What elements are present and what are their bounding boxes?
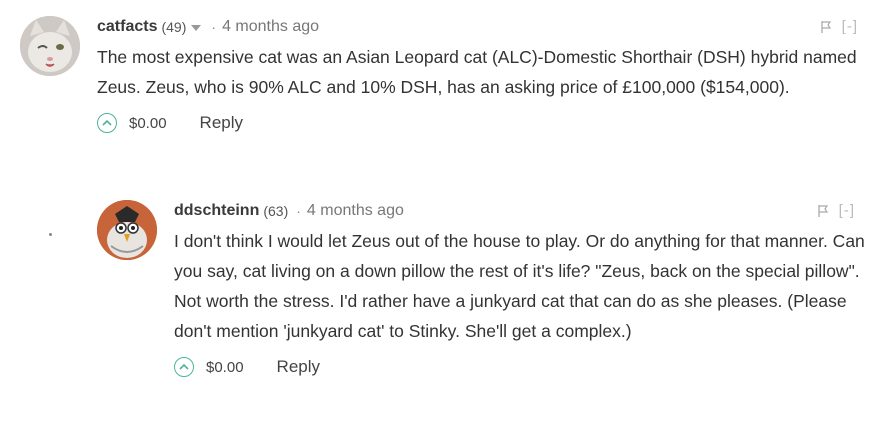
reply-button[interactable]: Reply (277, 357, 320, 377)
avatar[interactable] (97, 200, 157, 260)
collapse-toggle[interactable]: [-] (839, 202, 855, 219)
comment-meta: catfacts (49) · 4 months ago (97, 14, 870, 40)
cat-avatar-image (20, 16, 80, 76)
reputation: (63) (263, 203, 289, 219)
comment-body: catfacts (49) · 4 months ago [-] The mos… (97, 14, 870, 138)
comment-actions: $0.00 Reply (174, 352, 867, 382)
decorative-dot (49, 233, 52, 236)
bird-avatar-image (97, 200, 157, 260)
avatar[interactable] (20, 16, 80, 76)
flag-icon[interactable] (817, 204, 829, 218)
comment-text: I don't think I would let Zeus out of th… (174, 231, 865, 341)
payout-amount: $0.00 (129, 114, 167, 132)
comment-body: ddschteinn (63) · 4 months ago [-] I don… (174, 198, 867, 382)
collapse-toggle[interactable]: [-] (842, 18, 858, 35)
comment-text: The most expensive cat was an Asian Leop… (97, 47, 857, 97)
reputation: (49) (161, 19, 187, 35)
comment-tools: [-] (817, 202, 855, 219)
upvote-icon[interactable] (174, 357, 194, 377)
payout-amount: $0.00 (206, 358, 244, 376)
timestamp[interactable]: 4 months ago (307, 198, 404, 224)
comment-meta: ddschteinn (63) · 4 months ago (174, 198, 867, 224)
separator: · (211, 19, 217, 35)
comment-tools: [-] (820, 18, 858, 35)
username[interactable]: ddschteinn (174, 198, 259, 224)
flag-icon[interactable] (820, 20, 832, 34)
comment-actions: $0.00 Reply (97, 108, 870, 138)
dropdown-caret-icon[interactable] (191, 25, 202, 31)
timestamp[interactable]: 4 months ago (222, 14, 319, 40)
reply-button[interactable]: Reply (200, 113, 243, 133)
upvote-icon[interactable] (97, 113, 117, 133)
separator: · (296, 203, 301, 219)
username[interactable]: catfacts (97, 14, 157, 40)
